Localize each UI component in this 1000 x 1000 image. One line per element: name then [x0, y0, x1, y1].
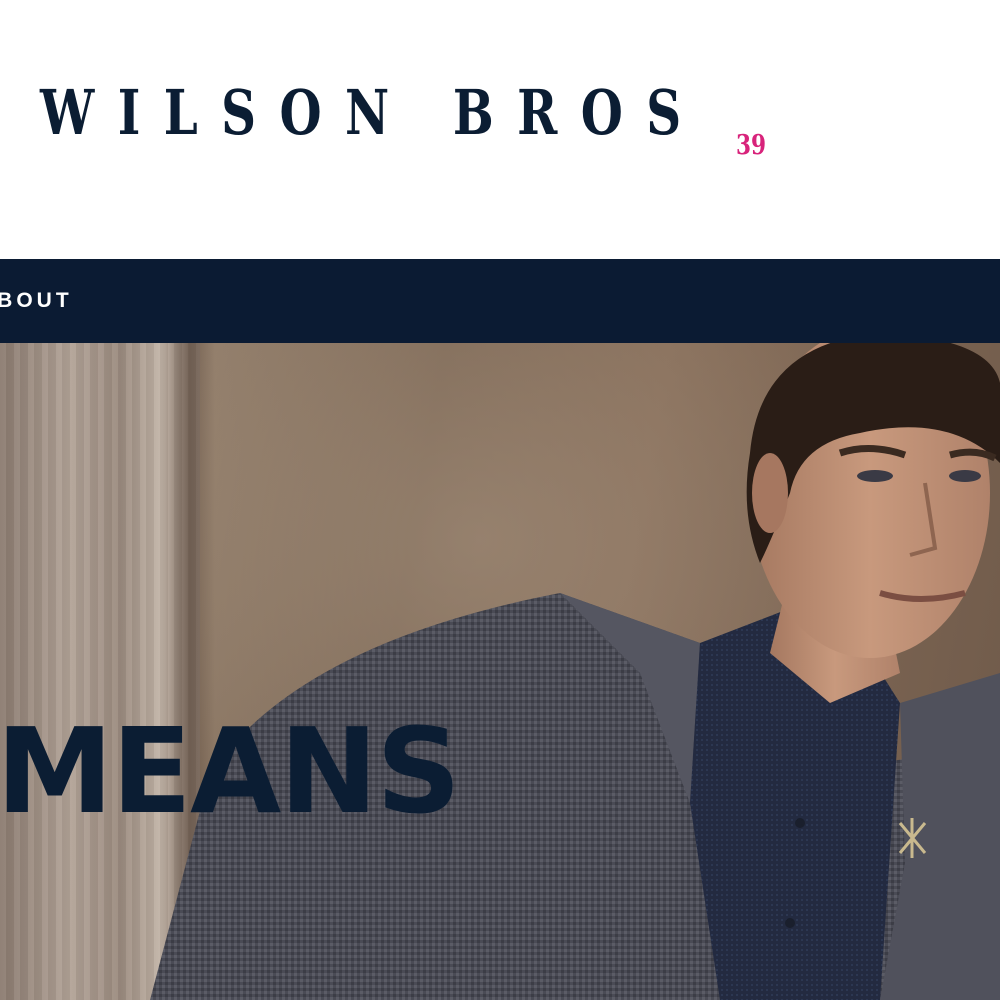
- site-header: WILSON BROS 39: [0, 0, 1000, 259]
- brand-logo[interactable]: WILSON BROS 39: [40, 76, 920, 162]
- main-navigation: ABOUT US: [0, 259, 1000, 343]
- hero-banner[interactable]: MEANS: [0, 343, 1000, 1000]
- nav-item-about-us[interactable]: ABOUT US: [0, 259, 70, 343]
- brand-logo-text: WILSON BROS: [40, 76, 705, 149]
- brand-logo-badge: 39: [736, 130, 767, 161]
- hero-heading: MEANS: [0, 702, 461, 840]
- hero-model-image: [150, 343, 1000, 1000]
- nav-item-label: ABOUT US: [0, 289, 70, 312]
